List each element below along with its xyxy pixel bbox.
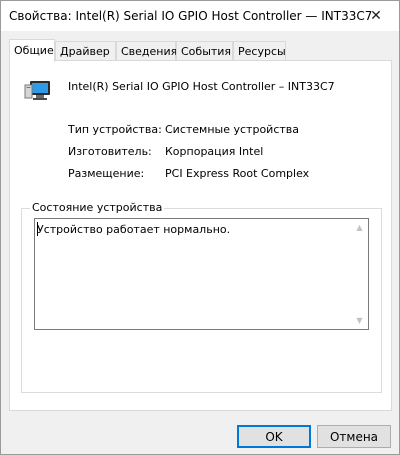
- tab-events[interactable]: События: [176, 41, 233, 61]
- device-status-group: Состояние устройства Устройство работает…: [21, 201, 382, 393]
- scroll-down-icon[interactable]: ▼: [351, 312, 368, 329]
- tab-general[interactable]: Общие: [9, 39, 55, 62]
- device-type-label: Тип устройства:: [68, 123, 162, 136]
- device-status-textbox[interactable]: Устройство работает нормально. ▲ ▼: [34, 218, 369, 330]
- cancel-button[interactable]: Отмена: [317, 425, 391, 448]
- vertical-scrollbar[interactable]: ▲ ▼: [351, 219, 368, 329]
- tab-driver[interactable]: Драйвер: [55, 41, 116, 61]
- device-status-legend: Состояние устройства: [30, 201, 165, 214]
- ok-button[interactable]: OK: [237, 425, 311, 448]
- manufacturer-label: Изготовитель:: [68, 145, 152, 158]
- location-label: Размещение:: [68, 167, 145, 180]
- properties-dialog: Свойства: Intel(R) Serial IO GPIO Host C…: [0, 0, 400, 455]
- scroll-up-icon[interactable]: ▲: [351, 219, 368, 236]
- manufacturer-value: Корпорация Intel: [165, 145, 264, 158]
- device-name: Intel(R) Serial IO GPIO Host Controller …: [68, 80, 335, 93]
- tab-resources[interactable]: Ресурсы: [233, 41, 286, 61]
- close-icon[interactable]: ✕: [353, 1, 399, 31]
- device-status-text: Устройство работает нормально.: [37, 223, 231, 236]
- window-title: Свойства: Intel(R) Serial IO GPIO Host C…: [9, 9, 373, 23]
- monitor-device-icon: [24, 79, 52, 103]
- tab-details[interactable]: Сведения: [116, 41, 177, 61]
- title-bar[interactable]: Свойства: Intel(R) Serial IO GPIO Host C…: [1, 1, 399, 31]
- tab-strip: Общие Драйвер Сведения События Ресурсы: [9, 39, 393, 62]
- device-type-value: Системные устройства: [165, 123, 299, 136]
- general-tab-page: Intel(R) Serial IO GPIO Host Controller …: [9, 60, 392, 411]
- location-value: PCI Express Root Complex: [165, 167, 310, 180]
